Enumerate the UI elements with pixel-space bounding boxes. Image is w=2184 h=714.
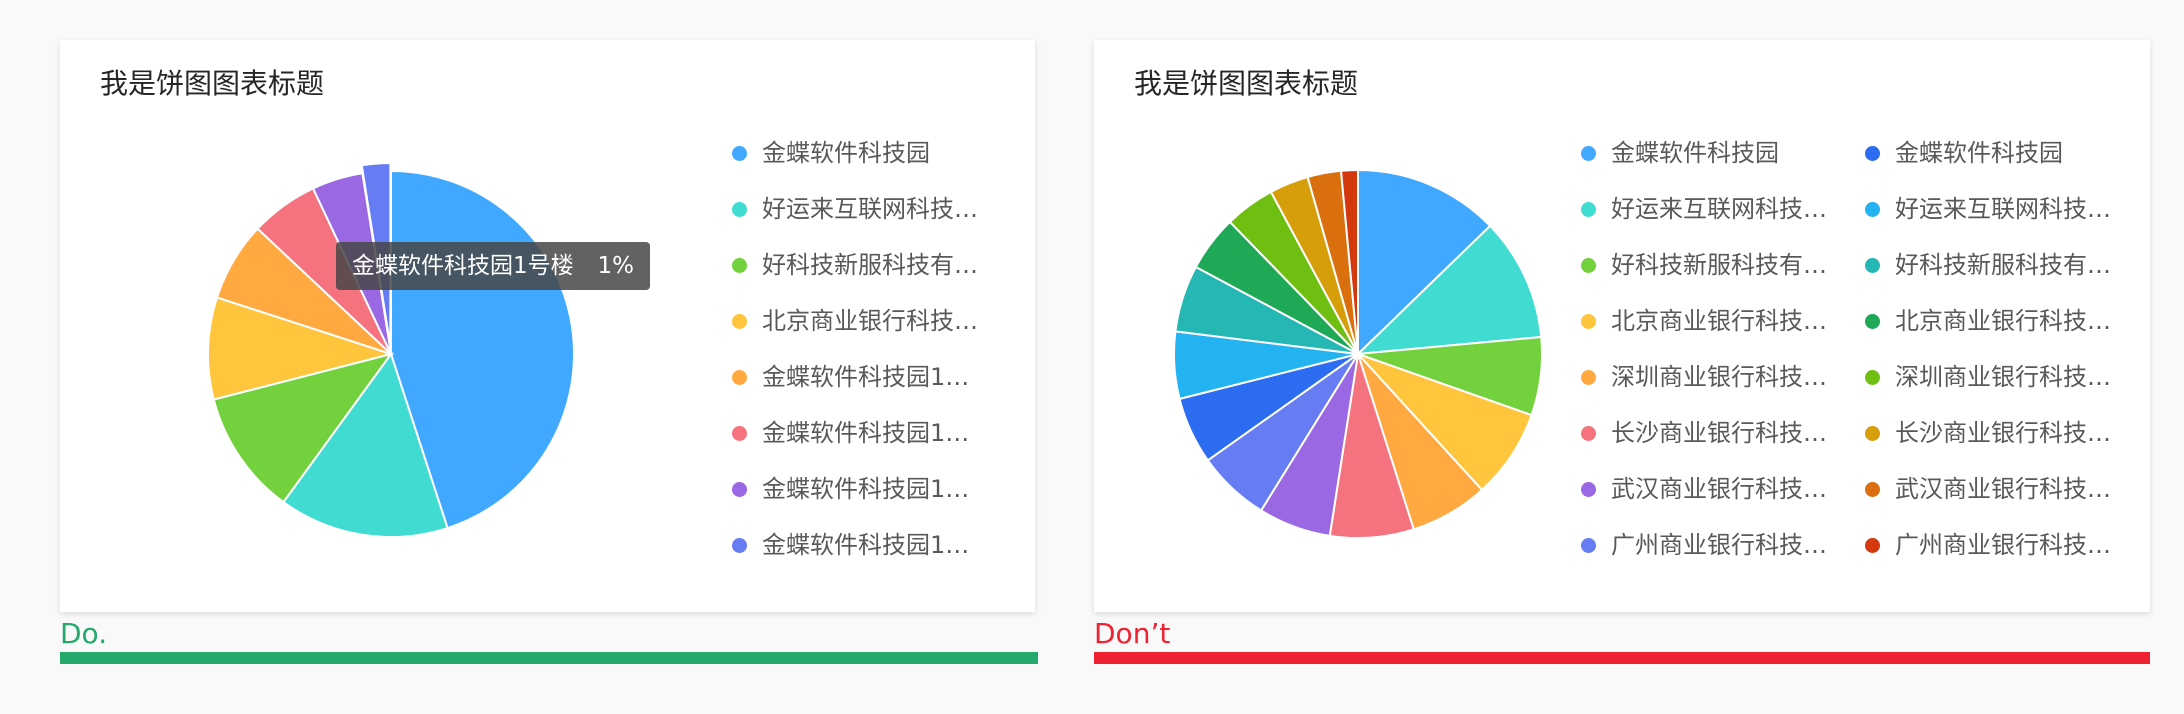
do-caption: Do. <box>60 617 108 650</box>
legend-label: 深圳商业银行科技… <box>1611 363 1827 391</box>
legend-dot <box>1865 146 1880 161</box>
legend-item[interactable]: 金蝶软件科技园 <box>1865 136 2115 170</box>
legend-label: 武汉商业银行科技… <box>1611 475 1827 503</box>
legend-dot <box>1865 426 1880 441</box>
legend-dot <box>1581 314 1596 329</box>
legend-label: 好科技新服科技有… <box>1611 251 1827 279</box>
legend-dot <box>732 258 747 273</box>
legend-item[interactable]: 金蝶软件科技园1号楼 <box>732 472 992 506</box>
legend-label: 深圳商业银行科技… <box>1895 363 2111 391</box>
tooltip-name: 金蝶软件科技园1号楼 <box>352 253 574 279</box>
legend-dot <box>1581 370 1596 385</box>
legend-label: 北京商业银行科技… <box>1895 307 2111 335</box>
legend-label: 武汉商业银行科技… <box>1895 475 2111 503</box>
legend-item[interactable]: 好科技新服科技有… <box>1865 248 2115 282</box>
chart-tooltip: 金蝶软件科技园1号楼 1% <box>336 242 650 290</box>
legend-label: 金蝶软件科技园1号楼 <box>762 475 992 503</box>
legend-dot <box>732 146 747 161</box>
legend-label: 金蝶软件科技园1号楼 <box>762 363 992 391</box>
legend-item[interactable]: 金蝶软件科技园1号楼 <box>732 416 992 450</box>
legend-item[interactable]: 金蝶软件科技园1号楼 <box>732 360 992 394</box>
legend-dot <box>732 370 747 385</box>
legend-dot <box>1865 370 1880 385</box>
legend-dot <box>732 314 747 329</box>
chart-card-dont: 我是饼图图表标题 金蝶软件科技园 好运来互联网科技… 好科技新服科技有… 北京商业银行… <box>1094 40 2150 612</box>
legend-dot <box>732 482 747 497</box>
legend-label: 好运来互联网科技… <box>1895 195 2111 223</box>
legend-dot <box>732 202 747 217</box>
legend-label: 北京商业银行科技… <box>762 307 978 335</box>
legend-label: 金蝶软件科技园 <box>1611 139 1779 167</box>
legend-dot <box>1865 482 1880 497</box>
legend-label: 好运来互联网科技… <box>1611 195 1827 223</box>
legend-label: 长沙商业银行科技… <box>1611 419 1827 447</box>
legend-label: 金蝶软件科技园1号楼 <box>762 419 992 447</box>
chart-card-do: 我是饼图图表标题 金蝶软件科技园 好运来互联网科技… 好科技新服科技有… 北京商业银行… <box>60 40 1035 612</box>
legend-dot <box>1581 258 1596 273</box>
legend-dot <box>1865 202 1880 217</box>
dont-bar <box>1094 652 2150 664</box>
legend-label: 金蝶软件科技园 <box>762 139 930 167</box>
legend-item[interactable]: 金蝶软件科技园 <box>1581 136 1831 170</box>
legend-label: 广州商业银行科技… <box>1895 531 2111 559</box>
legend-dot <box>732 538 747 553</box>
legend-dot <box>1581 202 1596 217</box>
legend-item[interactable]: 深圳商业银行科技… <box>1581 360 1831 394</box>
tooltip-value: 1% <box>597 253 635 279</box>
legend-item[interactable]: 广州商业银行科技… <box>1581 528 1831 562</box>
legend-item[interactable]: 武汉商业银行科技… <box>1865 472 2115 506</box>
legend-label: 好运来互联网科技… <box>762 195 978 223</box>
legend-dot <box>1865 258 1880 273</box>
legend-item[interactable]: 好运来互联网科技… <box>1865 192 2115 226</box>
legend-item[interactable]: 长沙商业银行科技… <box>1865 416 2115 450</box>
legend-dot <box>1581 538 1596 553</box>
legend-dot <box>732 426 747 441</box>
legend-dot <box>1581 482 1596 497</box>
legend-item[interactable]: 广州商业银行科技… <box>1865 528 2115 562</box>
legend-item[interactable]: 好运来互联网科技… <box>1581 192 1831 226</box>
legend-label: 金蝶软件科技园 <box>1895 139 2063 167</box>
legend-item[interactable]: 北京商业银行科技… <box>1581 304 1831 338</box>
legend-label: 好科技新服科技有… <box>1895 251 2111 279</box>
legend-dot <box>1581 146 1596 161</box>
legend-item[interactable]: 金蝶软件科技园1号楼 <box>732 528 992 562</box>
dont-caption: Don’t <box>1094 617 1171 650</box>
legend-item[interactable]: 北京商业银行科技… <box>732 304 992 338</box>
legend-dot <box>1581 426 1596 441</box>
legend-label: 广州商业银行科技… <box>1611 531 1827 559</box>
legend-label: 好科技新服科技有… <box>762 251 978 279</box>
legend-label: 金蝶软件科技园1号楼 <box>762 531 992 559</box>
legend-dot <box>1865 538 1880 553</box>
legend-item[interactable]: 好科技新服科技有… <box>1581 248 1831 282</box>
legend-dot <box>1865 314 1880 329</box>
do-bar <box>60 652 1038 664</box>
legend-item[interactable]: 长沙商业银行科技… <box>1581 416 1831 450</box>
legend-label: 长沙商业银行科技… <box>1895 419 2111 447</box>
legend-item[interactable]: 武汉商业银行科技… <box>1581 472 1831 506</box>
legend-item[interactable]: 深圳商业银行科技… <box>1865 360 2115 394</box>
legend-item[interactable]: 金蝶软件科技园 <box>732 136 992 170</box>
legend-item[interactable]: 北京商业银行科技… <box>1865 304 2115 338</box>
legend-item[interactable]: 好运来互联网科技… <box>732 192 992 226</box>
legend-label: 北京商业银行科技… <box>1611 307 1827 335</box>
legend-item[interactable]: 好科技新服科技有… <box>732 248 992 282</box>
